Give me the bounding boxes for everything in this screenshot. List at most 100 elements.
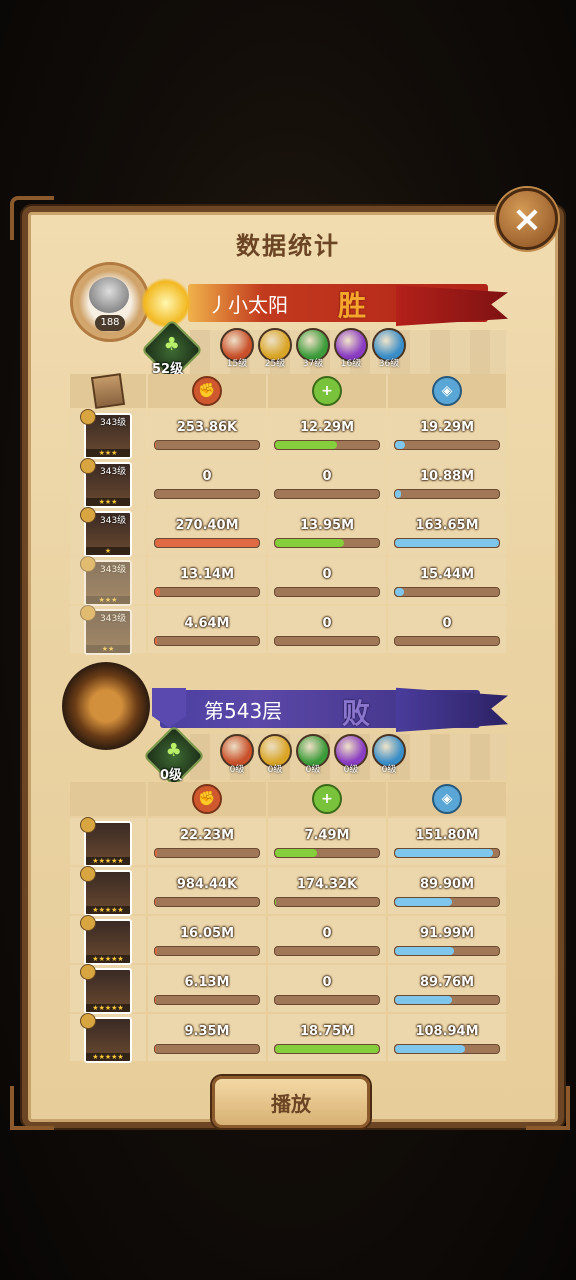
defense-value: 108.94M: [415, 1024, 479, 1039]
enemy-avatar-lion[interactable]: [62, 662, 150, 750]
hero-portrait[interactable]: ★★★★★: [80, 915, 132, 965]
damage-icon: ✊: [192, 376, 222, 406]
hero-portrait[interactable]: 343级 ★: [80, 507, 132, 557]
element-level: 0级: [343, 765, 359, 775]
heal-bar: [274, 897, 380, 907]
hero-cell: 343级 ★★★: [70, 556, 146, 606]
heal-bar: [274, 636, 380, 646]
defense-value: 91.99M: [419, 926, 475, 941]
damage-cell: 6.13M: [148, 965, 266, 1012]
table-row: ★★★★★ 22.23M 7.49M 151.80M: [70, 817, 506, 867]
enemy-name: 第543层: [204, 698, 283, 723]
heal-value: 0: [322, 469, 332, 484]
table-header: ✊ + ◈: [70, 373, 506, 409]
hero-stars: ★★★: [86, 596, 130, 604]
defense-cell: 163.65M: [388, 508, 506, 555]
heal-icon: +: [312, 376, 342, 406]
winged-crest-icon: [140, 278, 192, 328]
heal-bar: [274, 946, 380, 956]
hero-stars: ★★★★★: [86, 955, 130, 963]
heal-cell: 0: [268, 965, 386, 1012]
element-level: 16级: [340, 359, 362, 369]
close-icon[interactable]: ×: [512, 199, 542, 240]
defense-bar-fill: [395, 441, 406, 449]
damage-bar-fill: [155, 1045, 157, 1053]
heal-value: 7.49M: [304, 828, 350, 843]
table-row: 343级 ★★ 4.64M 0 0: [70, 605, 506, 655]
defense-value: 89.90M: [419, 877, 475, 892]
play-button-label: 播放: [271, 1091, 311, 1116]
heal-cell: 174.32K: [268, 867, 386, 914]
damage-cell: 16.05M: [148, 916, 266, 963]
hero-portrait[interactable]: 343级 ★★: [80, 605, 132, 655]
play-button[interactable]: 播放: [212, 1076, 370, 1128]
header-damage-column: ✊: [148, 374, 266, 408]
hero-stars: ★★★: [86, 449, 130, 457]
header-defense-column: ◈: [388, 782, 506, 816]
hero-faction-icon: [80, 866, 96, 882]
damage-value: 984.44K: [176, 877, 238, 892]
defense-cell: 89.76M: [388, 965, 506, 1012]
damage-value: 270.40M: [175, 518, 239, 533]
heal-cell: 12.29M: [268, 410, 386, 457]
element-level: 15级: [226, 359, 248, 369]
player-rows: 343级 ★★★ 253.86K 12.29M 19.29M 343级 ★★★ 0 0 10.88…: [70, 409, 506, 655]
table-row: 343级 ★ 270.40M 13.95M 163.65M: [70, 507, 506, 557]
heal-value: 0: [322, 975, 332, 990]
scroll-icon: [90, 373, 126, 409]
hero-portrait[interactable]: ★★★★★: [80, 1013, 132, 1063]
defense-bar: [394, 897, 500, 907]
table-row: ★★★★★ 984.44K 174.32K 89.90M: [70, 866, 506, 916]
player-avatar-level: 188: [95, 315, 125, 331]
damage-bar-fill: [155, 588, 161, 596]
heal-bar: [274, 1044, 380, 1054]
hero-faction-icon: [80, 817, 96, 833]
damage-bar: [154, 848, 260, 858]
damage-bar: [154, 587, 260, 597]
hero-faction-icon: [80, 507, 96, 523]
defense-value: 19.29M: [419, 420, 475, 435]
hero-portrait[interactable]: 343级 ★★★: [80, 458, 132, 508]
table-row: 343级 ★★★ 13.14M 0 15.44M: [70, 556, 506, 606]
damage-bar-fill: [155, 441, 157, 449]
heal-icon: +: [312, 784, 342, 814]
defense-bar: [394, 489, 500, 499]
heal-value: 0: [322, 567, 332, 582]
hero-portrait[interactable]: ★★★★★: [80, 817, 132, 867]
header-hero-column: [70, 373, 146, 409]
heal-bar: [274, 848, 380, 858]
hero-portrait[interactable]: ★★★★★: [80, 866, 132, 916]
hero-portrait[interactable]: 343级 ★★★: [80, 409, 132, 459]
enemy-tree-level: 0级: [160, 768, 183, 783]
defense-bar: [394, 946, 500, 956]
defense-bar: [394, 587, 500, 597]
table-row: ★★★★★ 6.13M 0 89.76M: [70, 964, 506, 1014]
hero-cell: 343级 ★★: [70, 605, 146, 655]
hero-portrait[interactable]: 343级 ★★★: [80, 556, 132, 606]
heal-cell: 0: [268, 557, 386, 604]
hero-faction-icon: [80, 409, 96, 425]
damage-bar-fill: [155, 996, 157, 1004]
damage-icon: ✊: [192, 784, 222, 814]
damage-bar: [154, 946, 260, 956]
damage-cell: 984.44K: [148, 867, 266, 914]
damage-bar: [154, 489, 260, 499]
close-button[interactable]: ×: [496, 188, 558, 250]
hero-cell: ★★★★★: [70, 964, 146, 1014]
heal-cell: 0: [268, 606, 386, 653]
player-avatar[interactable]: 188: [70, 262, 150, 342]
defense-cell: 10.88M: [388, 459, 506, 506]
panel-corner-ornament: [526, 1086, 570, 1130]
element-level: 0级: [305, 765, 321, 775]
defense-value: 15.44M: [419, 567, 475, 582]
shield-icon: ◈: [432, 376, 462, 406]
defense-bar-fill: [395, 947, 455, 955]
damage-value: 22.23M: [179, 828, 235, 843]
heal-bar-fill: [275, 1045, 379, 1053]
page-title: 数据统计: [236, 232, 340, 260]
damage-bar: [154, 538, 260, 548]
damage-bar: [154, 995, 260, 1005]
table-row: 343级 ★★★ 0 0 10.88M: [70, 458, 506, 508]
hero-portrait[interactable]: ★★★★★: [80, 964, 132, 1014]
damage-value: 4.64M: [184, 616, 230, 631]
